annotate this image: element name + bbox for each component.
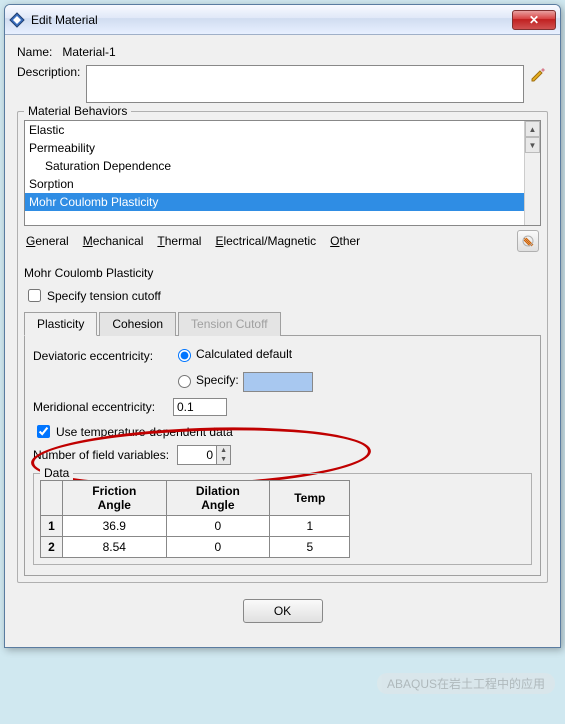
table-row[interactable]: 1 36.9 0 1 (41, 516, 350, 537)
temp-dep-label: Use temperature-dependent data (56, 425, 233, 439)
radio-specify-row[interactable]: Specify: (173, 372, 239, 388)
list-item[interactable]: Permeability (25, 139, 540, 157)
spin-up-icon[interactable]: ▲ (217, 446, 230, 455)
behaviors-legend: Material Behaviors (24, 104, 131, 118)
temp-dep-row: Use temperature-dependent data (33, 422, 532, 441)
meridional-input[interactable] (173, 398, 227, 416)
list-item[interactable]: Sorption (25, 175, 540, 193)
scroll-up-icon[interactable]: ▲ (525, 121, 540, 137)
name-label: Name: (17, 45, 52, 59)
menubar: General Mechanical Thermal Electrical/Ma… (24, 226, 541, 256)
tab-cohesion[interactable]: Cohesion (99, 312, 176, 336)
material-behaviors-group: Material Behaviors Elastic Permeability … (17, 111, 548, 583)
ok-button[interactable]: OK (243, 599, 323, 623)
tension-cutoff-checkbox[interactable] (28, 289, 41, 302)
tab-bar: Plasticity Cohesion Tension Cutoff (24, 311, 541, 336)
temp-dep-checkbox[interactable] (37, 425, 50, 438)
data-legend: Data (40, 466, 73, 480)
delete-button[interactable] (517, 230, 539, 252)
behaviors-listbox[interactable]: Elastic Permeability Saturation Dependen… (24, 120, 541, 226)
delete-icon (522, 235, 534, 247)
menu-general[interactable]: General (26, 234, 69, 248)
specify-input[interactable] (243, 372, 313, 392)
radio-specify[interactable] (178, 375, 191, 388)
col-friction: FrictionAngle (63, 481, 167, 516)
edit-material-dialog: Edit Material ✕ Name: Material-1 Descrip… (4, 4, 561, 648)
list-item[interactable]: Saturation Dependence (25, 157, 540, 175)
menu-electrical[interactable]: Electrical/Magnetic (215, 234, 316, 248)
scroll-down-icon[interactable]: ▼ (525, 137, 540, 153)
field-vars-stepper[interactable]: ▲▼ (177, 445, 231, 465)
col-dilation: DilationAngle (166, 481, 270, 516)
watermark: ABAQUS在岩土工程中的应用 (377, 673, 555, 694)
dialog-body: Name: Material-1 Description: Material B… (5, 35, 560, 647)
name-row: Name: Material-1 (17, 45, 548, 59)
menu-mechanical[interactable]: Mechanical (83, 234, 144, 248)
menu-thermal[interactable]: Thermal (157, 234, 201, 248)
titlebar[interactable]: Edit Material ✕ (5, 5, 560, 35)
radio-calculated[interactable] (178, 349, 191, 362)
data-table[interactable]: FrictionAngle DilationAngle Temp 1 36.9 … (40, 480, 350, 558)
table-row[interactable]: 2 8.54 0 5 (41, 537, 350, 558)
data-group: Data FrictionAngle DilationAngle Temp 1 … (33, 473, 532, 565)
row-header-blank (41, 481, 63, 516)
description-row: Description: (17, 65, 548, 103)
section-title: Mohr Coulomb Plasticity (24, 266, 541, 280)
menu-other[interactable]: Other (330, 234, 360, 248)
meridional-row: Meridional eccentricity: (33, 398, 532, 416)
close-icon: ✕ (529, 13, 539, 27)
description-label: Description: (17, 65, 80, 79)
list-item[interactable]: Elastic (25, 121, 540, 139)
tension-cutoff-row: Specify tension cutoff (24, 286, 541, 305)
edit-icon[interactable] (530, 65, 548, 83)
spin-down-icon[interactable]: ▼ (217, 455, 230, 464)
app-icon (9, 12, 25, 28)
deviatoric-label: Deviatoric eccentricity: (33, 349, 173, 363)
tab-plasticity[interactable]: Plasticity (24, 312, 97, 336)
deviatoric-row: Deviatoric eccentricity: Calculated defa… (33, 346, 532, 366)
tab-tension-cutoff: Tension Cutoff (178, 312, 281, 336)
field-vars-row: Number of field variables: ▲▼ (33, 445, 532, 465)
description-input[interactable] (86, 65, 524, 103)
tension-cutoff-label: Specify tension cutoff (47, 289, 161, 303)
specify-row: Specify: (173, 372, 532, 392)
list-item-selected[interactable]: Mohr Coulomb Plasticity (25, 193, 540, 211)
field-vars-input[interactable] (178, 446, 216, 464)
close-button[interactable]: ✕ (512, 10, 556, 30)
field-vars-label: Number of field variables: (33, 448, 169, 462)
col-temp: Temp (270, 481, 350, 516)
tab-content-plasticity: Deviatoric eccentricity: Calculated defa… (24, 336, 541, 576)
meridional-label: Meridional eccentricity: (33, 400, 173, 414)
window-title: Edit Material (31, 13, 512, 27)
scrollbar[interactable]: ▲ ▼ (524, 121, 540, 225)
name-value: Material-1 (62, 45, 115, 59)
footer: OK (17, 589, 548, 637)
radio-calculated-row[interactable]: Calculated default (173, 346, 292, 362)
